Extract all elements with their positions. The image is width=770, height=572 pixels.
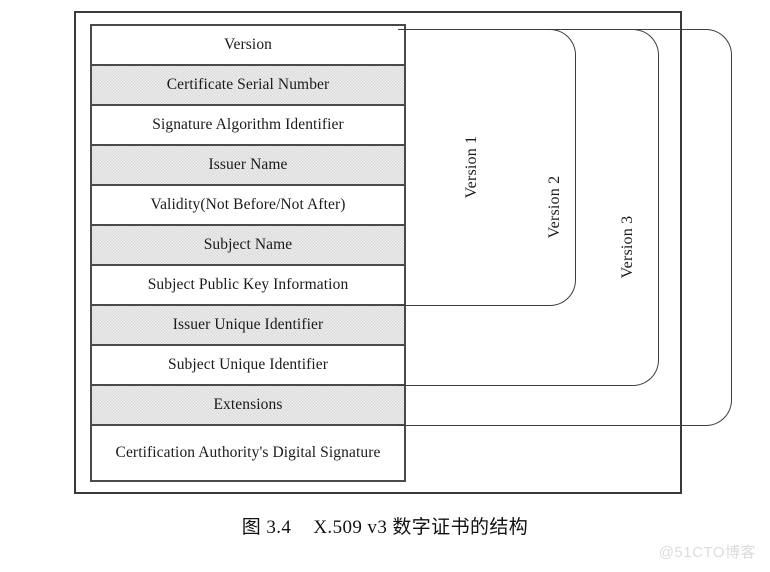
figure-caption-number: 图 3.4 [241, 517, 292, 538]
field-label-issuer-unique-identifier: Issuer Unique Identifier [172, 316, 324, 334]
version-3-bracket [398, 29, 732, 426]
certificate-fields-table: Version Certificate Serial Number Signat… [90, 24, 406, 482]
field-label-validity: Validity(Not Before/Not After) [150, 196, 346, 214]
version-1-label: Version 1 [463, 135, 480, 199]
figure-caption-title: X.509 v3 数字证书的结构 [313, 517, 529, 538]
table-row: Subject Public Key Information [92, 266, 404, 306]
table-row: Signature Algorithm Identifier [92, 106, 404, 146]
field-label-signature-algorithm-identifier: Signature Algorithm Identifier [152, 116, 344, 134]
table-row: Extensions [92, 386, 404, 426]
table-row: Subject Name [92, 226, 404, 266]
table-row: Version [92, 26, 404, 66]
site-watermark: @51CTO博客 [658, 544, 756, 561]
field-label-issuer-name: Issuer Name [208, 156, 288, 174]
version-3-label: Version 3 [619, 215, 636, 279]
field-label-subject-public-key-information: Subject Public Key Information [147, 276, 349, 294]
field-label-ca-digital-signature: Certification Authority's Digital Signat… [115, 444, 381, 462]
version-2-label: Version 2 [546, 175, 563, 239]
field-label-version: Version [223, 36, 273, 54]
field-label-extensions: Extensions [213, 396, 283, 414]
field-label-certificate-serial-number: Certificate Serial Number [166, 76, 330, 94]
table-row: Issuer Name [92, 146, 404, 186]
field-label-subject-unique-identifier: Subject Unique Identifier [167, 356, 329, 374]
figure-caption: 图 3.4 X.509 v3 数字证书的结构 [0, 512, 770, 539]
table-row: Issuer Unique Identifier [92, 306, 404, 346]
table-row: Certificate Serial Number [92, 66, 404, 106]
table-row: Validity(Not Before/Not After) [92, 186, 404, 226]
field-label-subject-name: Subject Name [203, 236, 293, 254]
figure-outer-frame: Version Certificate Serial Number Signat… [74, 11, 732, 494]
table-row: Certification Authority's Digital Signat… [92, 426, 404, 480]
table-row: Subject Unique Identifier [92, 346, 404, 386]
